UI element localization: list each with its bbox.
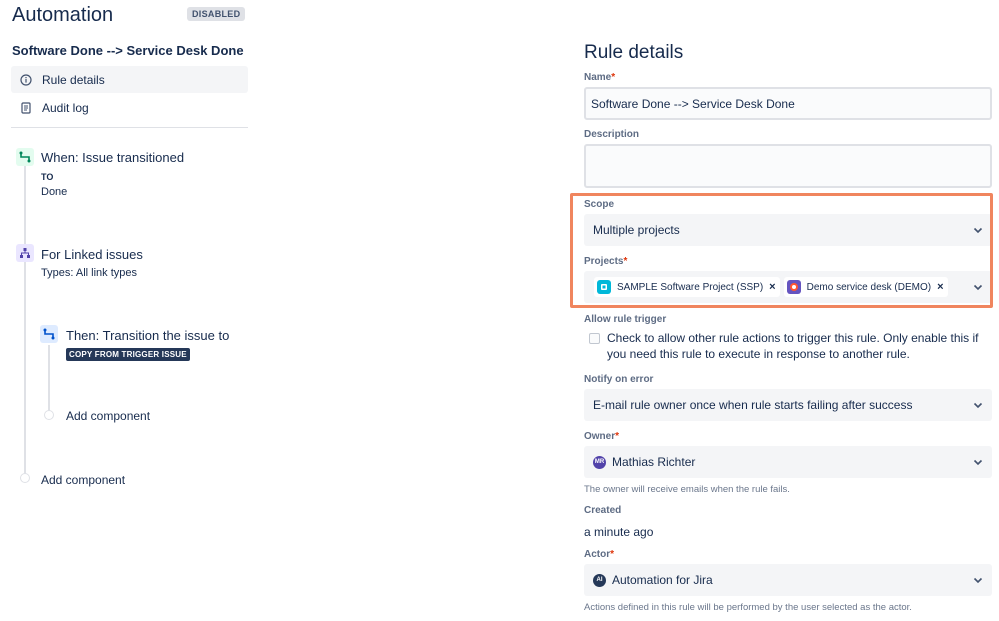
flow-line-inner [48, 345, 50, 411]
page-title: Automation [12, 4, 114, 26]
rule-name: Software Done --> Service Desk Done [12, 43, 244, 58]
name-input[interactable]: Software Done --> Service Desk Done [584, 87, 992, 120]
details-title: Rule details [584, 42, 684, 63]
name-input-value: Software Done --> Service Desk Done [591, 96, 795, 111]
description-input[interactable] [584, 144, 992, 188]
copy-from-trigger-badge: COPY FROM TRIGGER ISSUE [66, 348, 190, 361]
divider [11, 127, 248, 128]
allow-trigger-label: Allow rule trigger [584, 314, 667, 325]
trigger-icon [16, 148, 34, 166]
add-component-inner[interactable]: Add component [66, 409, 150, 423]
action-step[interactable]: Then: Transition the issue to [66, 328, 229, 343]
owner-label: Owner* [584, 431, 620, 442]
actor-select[interactable]: AI Automation for Jira [584, 564, 992, 596]
created-value: a minute ago [584, 525, 654, 539]
allow-trigger-text: Check to allow other rule actions to tri… [607, 331, 979, 361]
branch-step[interactable]: For Linked issues [41, 247, 143, 262]
sidebar-item-label: Rule details [42, 72, 105, 87]
info-icon [19, 73, 33, 87]
actor-value: Automation for Jira [612, 573, 713, 587]
trigger-step[interactable]: When: Issue transitioned [41, 150, 184, 165]
owner-select[interactable]: MR Mathias Richter [584, 446, 992, 478]
actor-help: Actions defined in this rule will be per… [584, 602, 912, 613]
avatar: AI [593, 573, 606, 587]
branch-subtitle: Types: All link types [41, 267, 137, 279]
owner-help: The owner will receive emails when the r… [584, 484, 790, 495]
add-component-dot[interactable] [44, 410, 54, 420]
description-label: Description [584, 129, 640, 140]
sidebar-nav: Rule details Audit log [11, 66, 248, 122]
chevron-down-icon [972, 574, 984, 586]
trigger-to-label: TO [41, 172, 54, 182]
notify-value: E-mail rule owner once when rule starts … [593, 398, 913, 412]
sidebar-item-audit-log[interactable]: Audit log [11, 94, 248, 121]
name-label: Name* [584, 72, 616, 83]
notify-label: Notify on error [584, 374, 654, 385]
chevron-down-icon [972, 399, 984, 411]
sidebar-item-label: Audit log [42, 100, 89, 115]
actor-label: Actor* [584, 549, 615, 560]
owner-value: Mathias Richter [612, 455, 696, 469]
sidebar-item-rule-details[interactable]: Rule details [11, 66, 248, 93]
scope-highlight [570, 193, 993, 308]
branch-icon [16, 244, 34, 262]
created-label: Created [584, 505, 622, 516]
flow-line-outer [24, 166, 26, 474]
status-badge: DISABLED [187, 7, 246, 21]
add-component-dot[interactable] [20, 473, 30, 483]
transition-icon [40, 325, 58, 343]
notify-select[interactable]: E-mail rule owner once when rule starts … [584, 389, 992, 421]
trigger-to-value: Done [41, 186, 68, 198]
chevron-down-icon [972, 456, 984, 468]
document-icon [19, 101, 33, 115]
add-component-outer[interactable]: Add component [41, 473, 125, 487]
allow-trigger-checkbox[interactable] [589, 333, 600, 344]
avatar: MR [593, 455, 606, 469]
